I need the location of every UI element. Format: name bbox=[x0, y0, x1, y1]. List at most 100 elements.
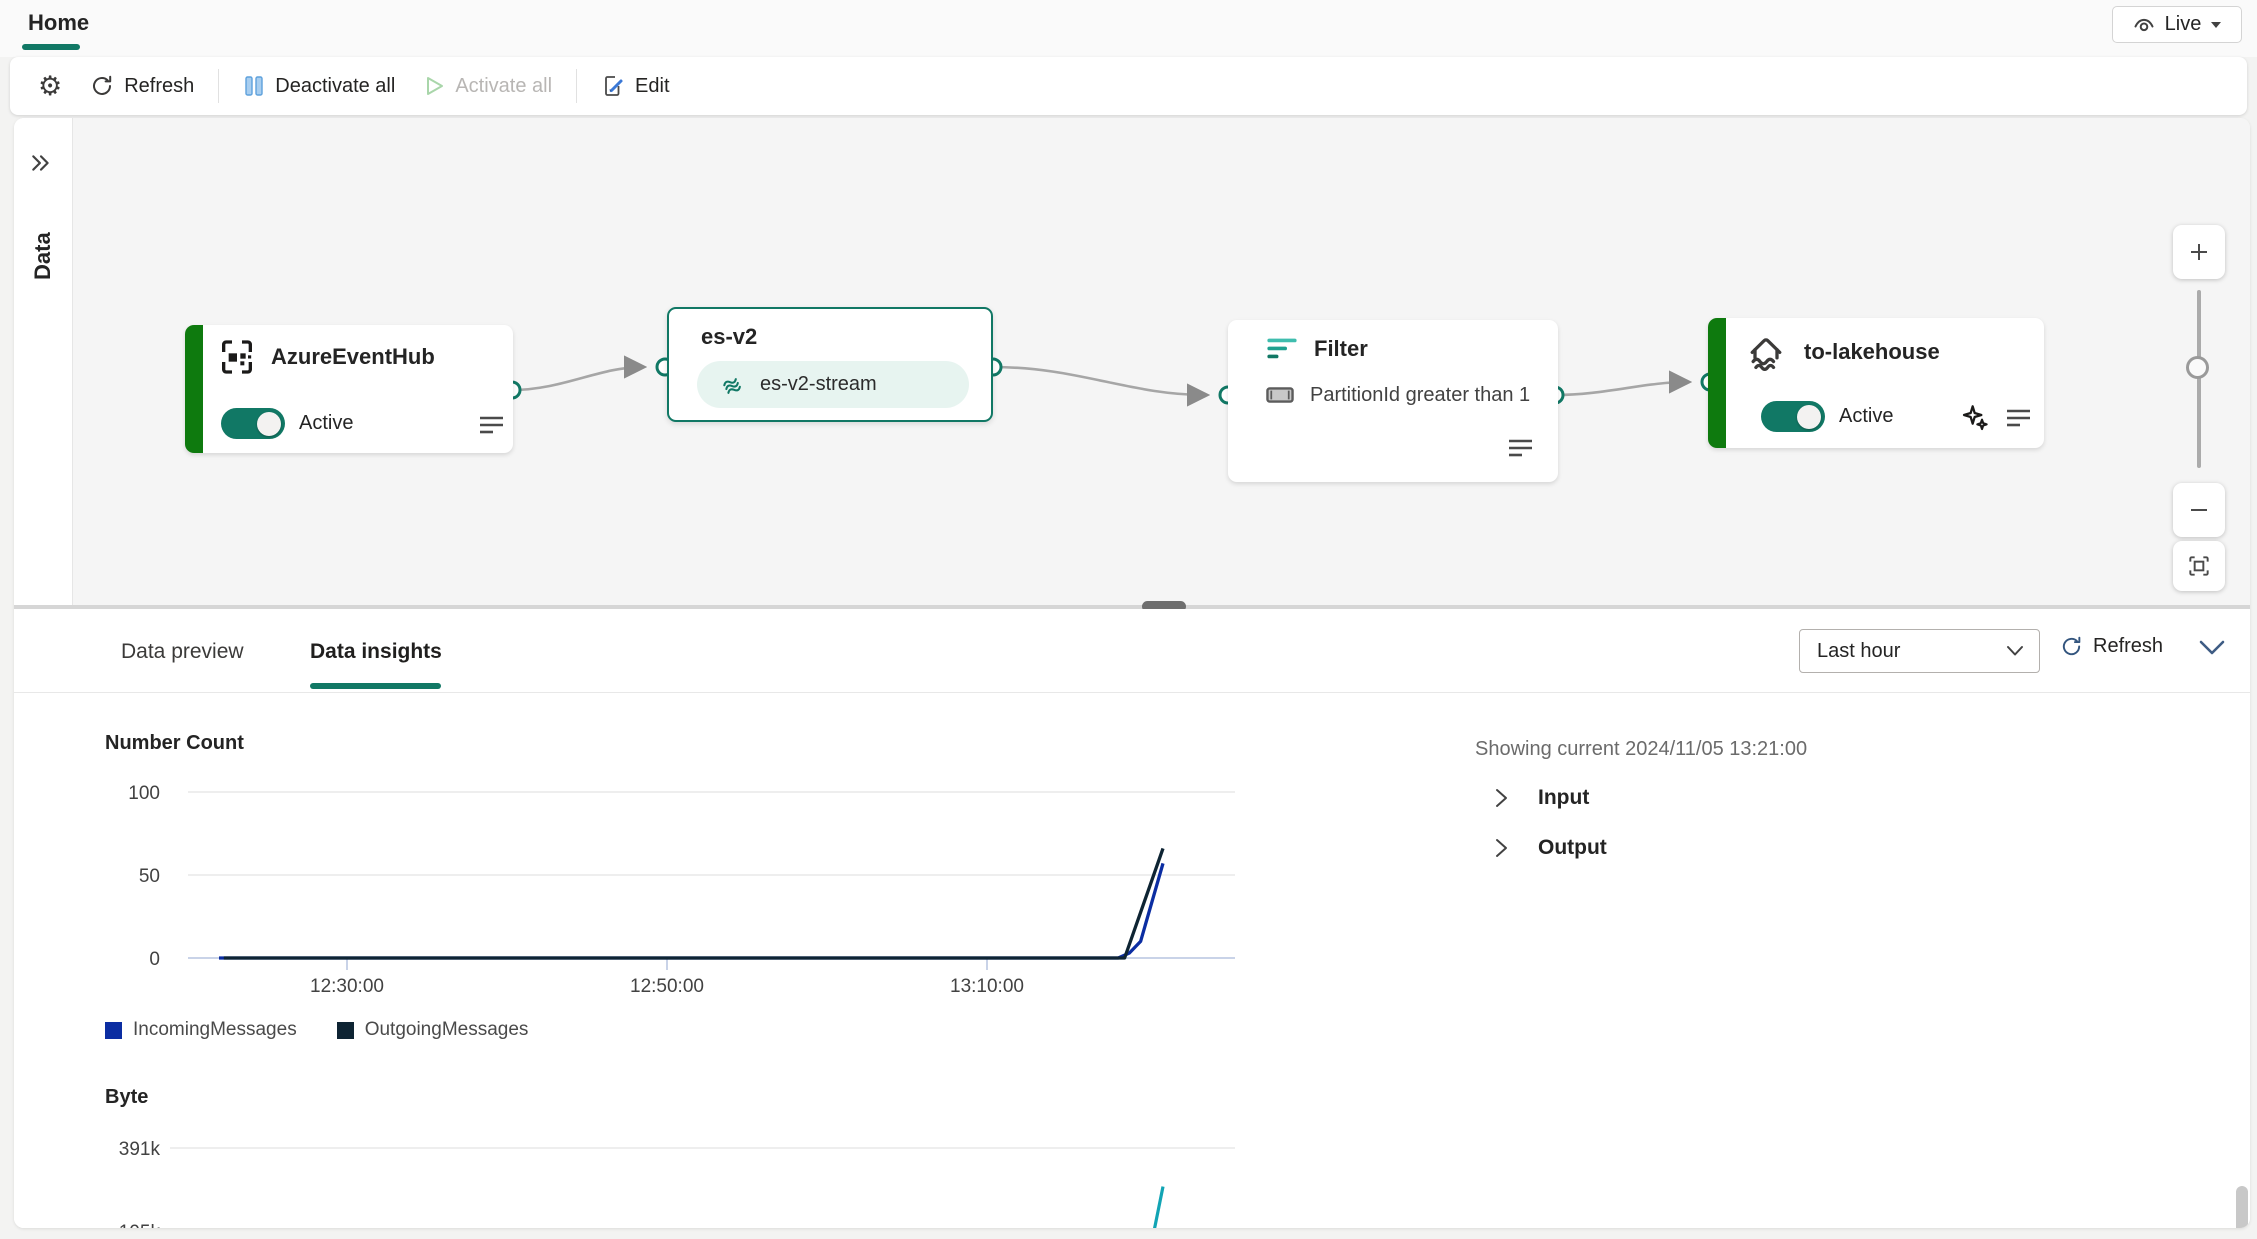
insights-panel: Data preview Data insights Last hour Ref… bbox=[14, 609, 2250, 1228]
toggle-knob bbox=[257, 411, 281, 436]
number-count-chart: 100 50 0 12:30:00 12:50:00 13:10:00 bbox=[128, 783, 1235, 997]
chevron-down-icon bbox=[2199, 640, 2225, 655]
node-eventstream[interactable]: es-v2 es-v2-stream bbox=[667, 307, 993, 422]
series-line-IncomingMessages bbox=[219, 862, 1165, 960]
tab-home[interactable]: Home bbox=[28, 10, 89, 36]
play-icon bbox=[427, 77, 444, 95]
output-section-row[interactable]: Output bbox=[1491, 836, 1607, 860]
panel-scrollbar-thumb[interactable] bbox=[2236, 1186, 2248, 1228]
legend-label: OutgoingMessages bbox=[364, 1019, 529, 1040]
field-icon bbox=[1266, 387, 1294, 403]
live-mode-dropdown[interactable]: Live bbox=[2112, 6, 2242, 43]
double-chevron-right-icon bbox=[32, 155, 49, 171]
toggle-label: Active bbox=[299, 412, 354, 434]
insights-refresh-label: Refresh bbox=[2093, 635, 2164, 657]
stream-item-label: es-v2-stream bbox=[760, 373, 877, 395]
eye-icon bbox=[2134, 18, 2154, 31]
tabs-divider bbox=[14, 692, 2250, 693]
node-title: es-v2 bbox=[701, 324, 758, 349]
event-hub-icon bbox=[222, 340, 252, 374]
list-icon[interactable] bbox=[479, 415, 505, 437]
filter-icon bbox=[1267, 338, 1297, 359]
circular-arrow-icon bbox=[93, 75, 112, 95]
node-azure-event-hub[interactable]: AzureEventHub Active bbox=[185, 325, 513, 453]
list-icon[interactable] bbox=[2006, 408, 2032, 430]
toggle-knob bbox=[1797, 404, 1821, 429]
y-tick-label: 195k bbox=[119, 1222, 161, 1228]
time-range-select[interactable]: Last hour bbox=[1799, 629, 2040, 673]
node-filter[interactable]: Filter PartitionId greater than 1 bbox=[1228, 320, 1558, 482]
zoom-out-button[interactable] bbox=[2173, 483, 2225, 537]
deactivate-all-button[interactable]: Deactivate all bbox=[229, 66, 409, 106]
editor-surface: Data AzureEventHub Active es-v2 es-v2-st… bbox=[14, 118, 2250, 1228]
zoom-slider-handle[interactable] bbox=[2186, 356, 2209, 379]
time-range-value: Last hour bbox=[1817, 639, 1901, 662]
edge-stream-to-filter bbox=[992, 365, 1211, 407]
stream-item[interactable]: es-v2-stream bbox=[697, 361, 969, 408]
data-panel-label: Data bbox=[30, 232, 55, 280]
edit-label: Edit bbox=[635, 74, 670, 97]
refresh-label: Refresh bbox=[124, 74, 195, 97]
live-label: Live bbox=[2164, 13, 2202, 35]
caret-down-icon bbox=[2211, 21, 2222, 28]
zoom-in-button[interactable] bbox=[2173, 225, 2225, 279]
gear-icon: ⚙ bbox=[38, 70, 63, 101]
tab-home-active-indicator bbox=[22, 44, 80, 50]
circular-arrow-icon bbox=[2062, 636, 2081, 656]
y-tick-label: 391k bbox=[119, 1139, 161, 1160]
toolbar-separator bbox=[218, 69, 220, 103]
legend-label: IncomingMessages bbox=[133, 1019, 297, 1040]
active-toggle[interactable] bbox=[221, 408, 285, 439]
legend-swatch bbox=[336, 1021, 354, 1039]
node-title: Filter bbox=[1314, 336, 1368, 361]
active-toggle[interactable] bbox=[1761, 401, 1825, 432]
output-section-label: Output bbox=[1538, 836, 1607, 859]
y-tick-label: 0 bbox=[149, 949, 160, 970]
filter-condition: PartitionId greater than 1 bbox=[1310, 383, 1531, 406]
fit-screen-icon bbox=[2189, 556, 2209, 576]
expand-panel-button[interactable] bbox=[28, 152, 54, 179]
x-tick-label: 13:10:00 bbox=[950, 976, 1024, 997]
node-title: AzureEventHub bbox=[271, 344, 435, 369]
tab-data-preview[interactable]: Data preview bbox=[121, 640, 244, 664]
zoom-slider-track[interactable] bbox=[2197, 290, 2201, 468]
activate-all-button[interactable]: Activate all bbox=[409, 66, 566, 106]
input-section-label: Input bbox=[1538, 786, 1590, 809]
edit-button[interactable]: Edit bbox=[587, 66, 683, 106]
node-title: to-lakehouse bbox=[1804, 339, 1940, 364]
y-tick-label: 50 bbox=[139, 866, 160, 887]
toggle-label: Active bbox=[1839, 405, 1894, 427]
collapse-panel-button[interactable] bbox=[2198, 639, 2226, 660]
deactivate-all-label: Deactivate all bbox=[275, 74, 396, 97]
byte-chart: 391k 195k bbox=[119, 1139, 1235, 1228]
x-tick-label: 12:30:00 bbox=[310, 976, 384, 997]
app-header: Home Live bbox=[0, 0, 2257, 57]
sparkle-icon[interactable] bbox=[1960, 403, 1992, 435]
settings-button[interactable]: ⚙ bbox=[24, 65, 76, 108]
node-active-bar bbox=[1708, 318, 1726, 448]
insights-refresh-button[interactable]: Refresh bbox=[2060, 635, 2163, 658]
activate-all-label: Activate all bbox=[455, 74, 553, 97]
list-icon[interactable] bbox=[1508, 438, 1534, 460]
tab-data-insights[interactable]: Data insights bbox=[310, 640, 442, 664]
lakehouse-icon bbox=[1750, 338, 1782, 371]
input-section-row[interactable]: Input bbox=[1491, 786, 1589, 810]
plus-icon bbox=[2191, 244, 2207, 260]
pause-icon bbox=[245, 76, 263, 96]
chevron-down-icon bbox=[2007, 646, 2023, 656]
y-tick-label: 100 bbox=[128, 783, 160, 804]
minus-icon bbox=[2191, 509, 2207, 511]
node-lakehouse-destination[interactable]: to-lakehouse Active bbox=[1708, 318, 2044, 448]
edge-filter-to-destination bbox=[1554, 370, 1693, 397]
stream-wave-icon bbox=[723, 377, 741, 394]
chart-legend: IncomingMessages OutgoingMessages bbox=[105, 1019, 528, 1041]
fit-to-screen-button[interactable] bbox=[2173, 541, 2225, 591]
legend-item: IncomingMessages bbox=[105, 1019, 297, 1041]
ribbon-toolbar: ⚙ Refresh Deactivate all Activate all Ed… bbox=[10, 57, 2247, 115]
node-active-bar bbox=[185, 325, 203, 453]
chevron-right-icon bbox=[1496, 789, 1507, 807]
eventstream-app: Home Live ⚙ Refresh Deactivate all Activ… bbox=[0, 0, 2257, 1239]
refresh-button[interactable]: Refresh bbox=[76, 66, 208, 106]
x-tick-label: 12:50:00 bbox=[630, 976, 704, 997]
insights-status-text: Showing current 2024/11/05 13:21:00 bbox=[1475, 738, 1808, 760]
